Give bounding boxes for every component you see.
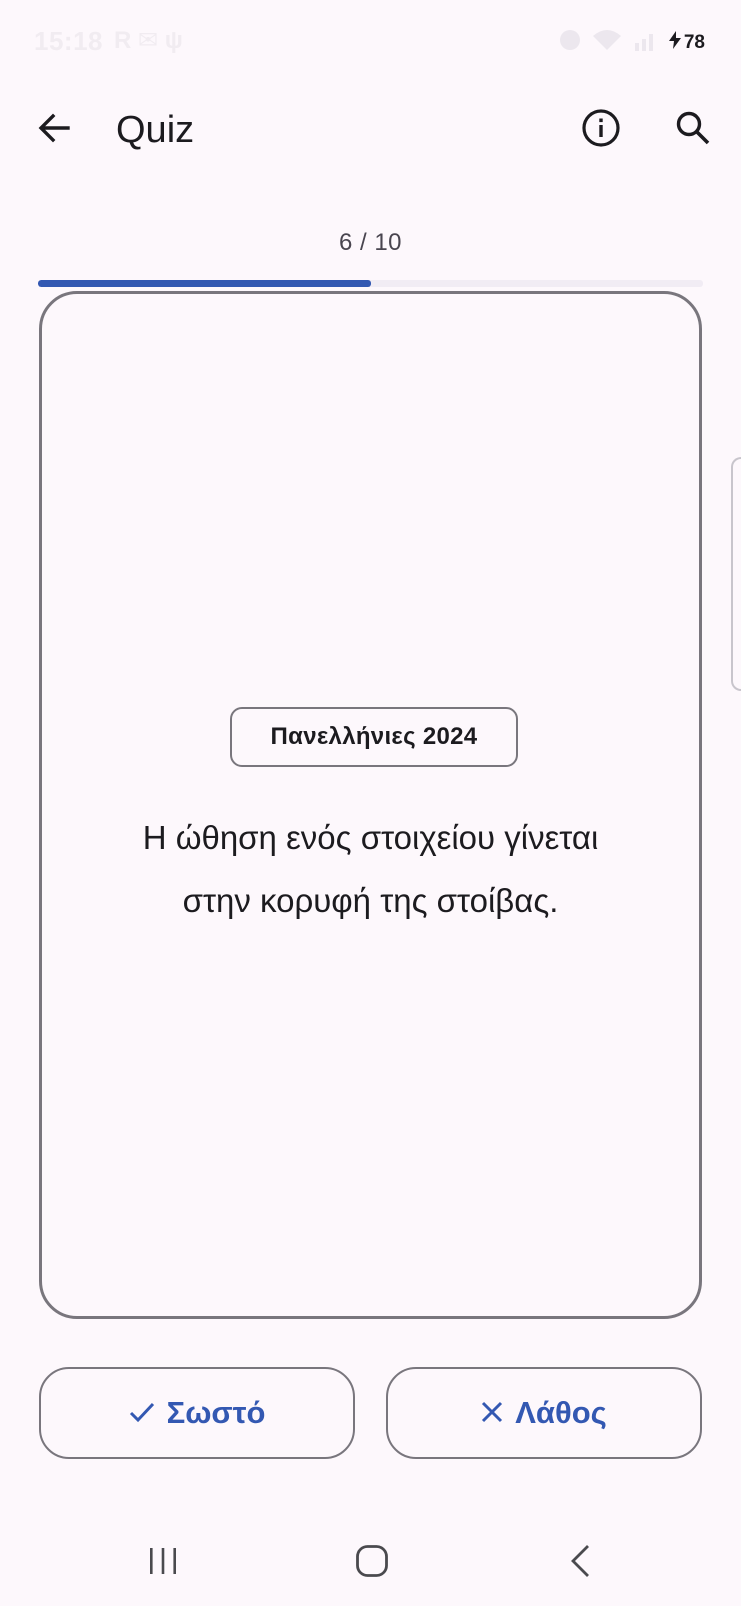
correct-button-label: Σωστό [166, 1395, 266, 1430]
arrow-back-icon [37, 111, 71, 150]
quiz-screen: 15:18 R ✉ ψ 78 Quiz 6 / 10 Πανελλήνιες 2… [0, 0, 741, 1606]
info-icon [581, 108, 621, 153]
charging-bolt-icon [668, 30, 681, 55]
status-time: 15:18 [34, 26, 103, 56]
system-back-button[interactable] [556, 1540, 606, 1586]
progress-counter: 6 / 10 [338, 229, 403, 256]
info-button[interactable] [575, 104, 627, 156]
question-card[interactable]: Πανελλήνιες 2024 Η ώθηση ενός στοιχείου … [39, 291, 702, 1319]
page-title: Quiz [116, 109, 195, 151]
app-bar: Quiz [0, 92, 741, 172]
home-icon [355, 1544, 389, 1583]
back-icon [569, 1544, 593, 1583]
back-button[interactable] [28, 104, 80, 156]
status-notification-icons: R ✉ ψ [114, 27, 183, 54]
signal-icon [633, 29, 659, 56]
close-icon [481, 1395, 503, 1431]
wifi-icon [591, 28, 623, 57]
battery-level: 78 [683, 31, 705, 53]
wrong-button-label: Λάθος [515, 1395, 607, 1430]
status-bar: 15:18 R ✉ ψ 78 [0, 0, 741, 80]
edge-panel-handle[interactable] [731, 457, 741, 691]
search-button[interactable] [667, 104, 719, 156]
question-text: Η ώθηση ενός στοιχείου γίνεται στην κορυ… [82, 806, 659, 932]
question-line: στην κορυφή της στοίβας. [182, 882, 559, 919]
battery-indicator: 78 [668, 30, 705, 55]
progress-bar [38, 280, 703, 287]
search-icon [675, 110, 711, 151]
check-icon [129, 1395, 155, 1431]
home-button[interactable] [347, 1540, 397, 1586]
question-line: Η ώθηση ενός στοιχείου γίνεται [142, 819, 599, 856]
source-chip: Πανελλήνιες 2024 [230, 707, 518, 767]
status-right-icons: 78 [559, 28, 705, 57]
correct-button[interactable]: Σωστό [39, 1367, 355, 1459]
recents-icon [147, 1547, 179, 1580]
recents-button[interactable] [138, 1540, 188, 1586]
dnd-icon [559, 29, 581, 56]
wrong-button[interactable]: Λάθος [386, 1367, 702, 1459]
system-nav-bar [0, 1520, 741, 1606]
progress-bar-fill [38, 280, 371, 287]
